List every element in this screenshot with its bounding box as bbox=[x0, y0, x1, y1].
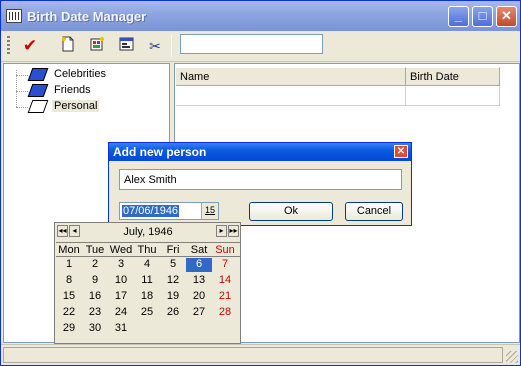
calendar-day[interactable]: 3 bbox=[108, 258, 134, 272]
calendar-day[interactable]: 1 bbox=[56, 258, 82, 272]
calendar-day[interactable]: 21 bbox=[212, 290, 238, 304]
prev-year-button[interactable]: ◂◂ bbox=[57, 225, 68, 237]
toolbar: ✔ ✂ bbox=[1, 31, 520, 62]
tree-item-label: Personal bbox=[52, 100, 100, 112]
calendar-day[interactable]: 27 bbox=[186, 306, 212, 320]
weekday-label: Wed bbox=[109, 244, 133, 256]
calendar-day[interactable]: 15 bbox=[56, 290, 82, 304]
cut-icon[interactable]: ✂ bbox=[145, 36, 165, 56]
table-cell bbox=[406, 86, 500, 106]
calendar-day[interactable]: 22 bbox=[56, 306, 82, 320]
window-title: Birth Date Manager bbox=[27, 9, 147, 24]
title-bar[interactable]: Birth Date Manager _ □ ✕ bbox=[1, 1, 520, 31]
ok-button[interactable]: Ok bbox=[249, 202, 333, 221]
import-icon[interactable] bbox=[87, 36, 107, 56]
calendar-day[interactable]: 31 bbox=[108, 322, 134, 336]
calendar-day[interactable]: 17 bbox=[108, 290, 134, 304]
tree-connector bbox=[16, 107, 28, 108]
calendar-day[interactable]: 18 bbox=[134, 290, 160, 304]
calendar-day[interactable]: 19 bbox=[160, 290, 186, 304]
calendar-day[interactable]: 5 bbox=[160, 258, 186, 272]
calendar-day[interactable]: 28 bbox=[212, 306, 238, 320]
calendar-day[interactable]: 9 bbox=[82, 274, 108, 288]
calendar-day[interactable]: 25 bbox=[134, 306, 160, 320]
status-pane bbox=[3, 347, 503, 363]
weekday-label: Fri bbox=[166, 244, 180, 256]
calendar-day[interactable]: 29 bbox=[56, 322, 82, 336]
date-field[interactable]: 07/06/1946 15 bbox=[119, 202, 219, 220]
dialog-title-bar[interactable]: Add new person ✕ bbox=[109, 143, 411, 161]
table-row[interactable] bbox=[176, 86, 500, 106]
calendar-day[interactable]: 30 bbox=[82, 322, 108, 336]
calendar-day[interactable]: 23 bbox=[82, 306, 108, 320]
tree-item-label: Celebrities bbox=[54, 68, 106, 80]
name-field[interactable] bbox=[119, 169, 402, 190]
weekday-label: Sat bbox=[190, 244, 208, 256]
tree-connector bbox=[16, 91, 28, 92]
calendar-day[interactable]: 11 bbox=[134, 274, 160, 288]
open-book-icon bbox=[27, 100, 49, 113]
calendar-day[interactable]: 12 bbox=[160, 274, 186, 288]
dialog-title: Add new person bbox=[113, 145, 207, 159]
calendar-day[interactable]: 14 bbox=[212, 274, 238, 288]
calendar-day[interactable]: 13 bbox=[186, 274, 212, 288]
maximize-button[interactable]: □ bbox=[472, 6, 493, 27]
dialog-close-button[interactable]: ✕ bbox=[394, 145, 408, 158]
resize-grip[interactable] bbox=[506, 351, 518, 363]
toolbar-separator bbox=[171, 35, 172, 57]
calendar-day[interactable]: 20 bbox=[186, 290, 212, 304]
properties-icon[interactable] bbox=[117, 36, 137, 56]
calendar-day[interactable]: 4 bbox=[134, 258, 160, 272]
tree-item-label: Friends bbox=[54, 84, 91, 96]
column-header-name[interactable]: Name bbox=[176, 67, 406, 86]
new-document-icon[interactable] bbox=[58, 36, 78, 56]
calendar-day[interactable]: 24 bbox=[108, 306, 134, 320]
month-label: July, 1946 bbox=[123, 226, 173, 238]
next-year-button[interactable]: ▸▸ bbox=[228, 225, 239, 237]
blue-book-icon bbox=[27, 68, 49, 81]
grid-header: Name Birth Date bbox=[176, 67, 500, 86]
next-month-button[interactable]: ▸ bbox=[216, 225, 227, 237]
table-cell bbox=[176, 86, 406, 106]
weekday-header: Mon Tue Wed Thu Fri Sat Sun bbox=[56, 242, 240, 257]
date-value: 07/06/1946 bbox=[122, 205, 180, 217]
calendar-day[interactable]: 10 bbox=[108, 274, 134, 288]
check-icon[interactable]: ✔ bbox=[20, 36, 40, 56]
status-bar bbox=[1, 344, 520, 365]
blue-book-icon bbox=[27, 84, 49, 97]
calendar-day[interactable]: 2 bbox=[82, 258, 108, 272]
prev-month-button[interactable]: ◂ bbox=[69, 225, 80, 237]
weekday-label: Mon bbox=[58, 244, 80, 256]
minimize-button[interactable]: _ bbox=[448, 6, 469, 27]
calendar-day[interactable]: 8 bbox=[56, 274, 82, 288]
calendar-day[interactable]: 16 bbox=[82, 290, 108, 304]
column-header-birth-date[interactable]: Birth Date bbox=[406, 67, 500, 86]
app-icon bbox=[6, 9, 22, 23]
calendar-day[interactable]: 7 bbox=[212, 258, 238, 272]
weekday-label: Sun bbox=[215, 244, 235, 256]
date-picker-calendar: ◂◂ ◂ July, 1946 ▸ ▸▸ Mon Tue Wed Thu Fri Sat S… bbox=[54, 222, 241, 344]
weekday-label: Thu bbox=[137, 244, 157, 256]
calendar-day[interactable]: 6 bbox=[186, 258, 212, 272]
toolbar-grip[interactable] bbox=[7, 36, 10, 56]
cancel-button[interactable]: Cancel bbox=[345, 202, 403, 221]
add-person-dialog: Add new person ✕ 07/06/1946 15 Ok Cancel bbox=[108, 142, 412, 226]
tree-connector bbox=[16, 75, 28, 76]
weekday-label: Tue bbox=[85, 244, 105, 256]
calendar-dropdown-button[interactable]: 15 bbox=[201, 203, 218, 219]
search-input[interactable] bbox=[180, 34, 323, 54]
calendar-day[interactable]: 26 bbox=[160, 306, 186, 320]
close-button[interactable]: ✕ bbox=[496, 6, 517, 27]
